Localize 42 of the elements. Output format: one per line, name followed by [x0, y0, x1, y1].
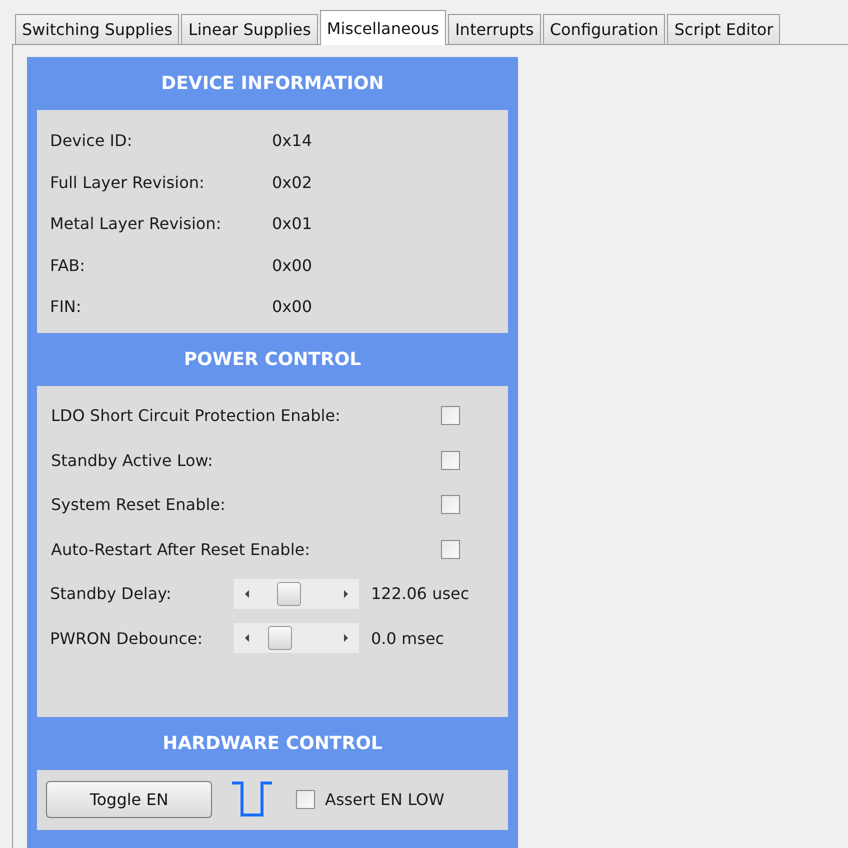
- field-label: FAB:: [50, 256, 86, 275]
- option-label: System Reset Enable:: [51, 495, 226, 514]
- checkbox[interactable]: [441, 495, 460, 514]
- option-label: LDO Short Circuit Protection Enable:: [51, 406, 342, 426]
- slider[interactable]: [234, 578, 359, 609]
- tab[interactable]: Script Editor: [667, 14, 780, 44]
- field-label: FIN:: [50, 297, 82, 316]
- slider-thumb[interactable]: [268, 626, 292, 650]
- slider-reading: 122.06 usec: [371, 584, 470, 604]
- field-value: 0x02: [272, 172, 312, 192]
- tab[interactable]: Configuration: [542, 14, 666, 44]
- checkbox[interactable]: [441, 406, 460, 426]
- section-header: POWER CONTROL: [182, 348, 362, 372]
- slider-thumb[interactable]: [277, 582, 301, 606]
- slider-reading: 0.0 msec: [371, 628, 444, 648]
- right-arrow-icon[interactable]: [343, 634, 349, 642]
- field-value: 0x01: [272, 214, 312, 234]
- checkbox[interactable]: [296, 790, 315, 809]
- section-header: DEVICE INFORMATION: [160, 72, 385, 96]
- checkbox[interactable]: [441, 540, 460, 559]
- slider[interactable]: [234, 623, 359, 654]
- tab[interactable]: Linear Supplies: [181, 14, 318, 44]
- checkbox[interactable]: [441, 450, 460, 470]
- left-arrow-icon[interactable]: [244, 590, 250, 598]
- slider-label: Standby Delay:: [50, 584, 172, 604]
- field-value: 0x00: [272, 256, 312, 275]
- option-label: Auto-Restart After Reset Enable:: [51, 540, 311, 559]
- toggle-button[interactable]: Toggle EN: [46, 781, 212, 818]
- section-header: HARDWARE CONTROL: [162, 732, 384, 756]
- field-value: 0x14: [272, 131, 312, 150]
- field-label: Full Layer Revision:: [50, 172, 206, 192]
- option-label: Standby Active Low:: [51, 450, 214, 470]
- field-label: Device ID:: [50, 131, 134, 150]
- left-arrow-icon[interactable]: [244, 634, 250, 642]
- tab[interactable]: Miscellaneous: [320, 10, 446, 45]
- slider-label: PWRON Debounce:: [50, 628, 204, 648]
- tab[interactable]: Interrupts: [448, 14, 541, 44]
- tab[interactable]: Switching Supplies: [15, 14, 180, 44]
- field-value: 0x00: [272, 297, 312, 316]
- right-arrow-icon[interactable]: [343, 590, 349, 598]
- checkbox-label: Assert EN LOW: [325, 790, 444, 809]
- field-label: Metal Layer Revision:: [50, 214, 222, 234]
